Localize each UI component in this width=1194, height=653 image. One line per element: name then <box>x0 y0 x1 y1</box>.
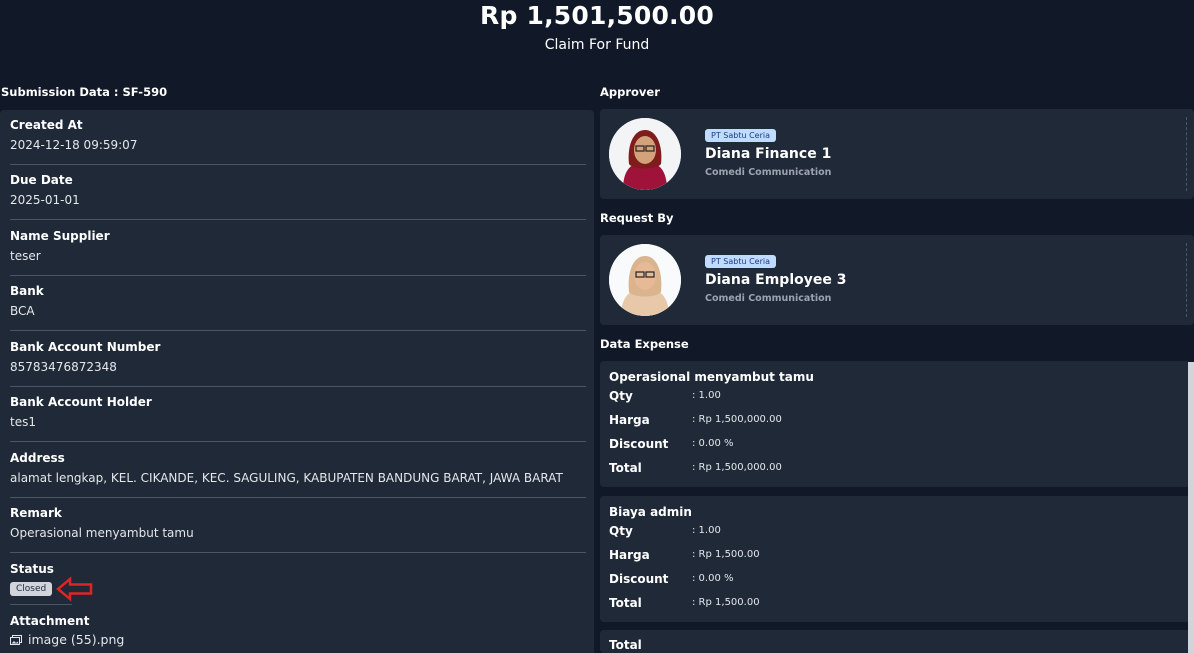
requester-org: Comedi Communication <box>705 293 832 304</box>
requester-name: Diana Employee 3 <box>705 272 847 288</box>
expense-summary: Total <box>600 630 1190 653</box>
divider <box>1186 117 1187 191</box>
expense-name: Operasional menyambut tamu <box>609 370 814 384</box>
field-value: 85783476872348 <box>10 360 117 374</box>
qty-value: : 1.00 <box>692 390 721 401</box>
field-label: Remark <box>10 506 62 520</box>
attachment-filename: image (55).png <box>28 632 125 647</box>
field-attachment: Attachment image (55).png <box>10 614 586 647</box>
field-label: Bank <box>10 284 44 298</box>
attachment-link[interactable]: image (55).png <box>10 632 586 647</box>
field-label: Address <box>10 451 65 465</box>
harga-value: : Rp 1,500,000.00 <box>692 414 782 425</box>
total-value: : Rp 1,500,000.00 <box>692 462 782 473</box>
field-value: alamat lengkap, KEL. CIKANDE, KEC. SAGUL… <box>10 471 563 485</box>
avatar <box>609 244 681 316</box>
claim-amount: Rp 1,501,500.00 <box>480 1 714 30</box>
annotation-arrow-icon <box>56 576 93 602</box>
approver-name: Diana Finance 1 <box>705 146 832 162</box>
submission-card: Created At 2024-12-18 09:59:07 Due Date … <box>0 110 594 653</box>
field-bank: Bank BCA <box>10 284 586 331</box>
field-label: Name Supplier <box>10 229 110 243</box>
field-label: Due Date <box>10 173 73 187</box>
field-value: tes1 <box>10 415 36 429</box>
avatar <box>609 118 681 190</box>
divider <box>1186 243 1187 317</box>
approver-card: PT Sabtu Ceria Diana Finance 1 Comedi Co… <box>600 109 1194 199</box>
field-value: 2025-01-01 <box>10 193 80 207</box>
company-badge: PT Sabtu Ceria <box>705 129 776 142</box>
field-remark: Remark Operasional menyambut tamu <box>10 506 586 553</box>
field-label: Created At <box>10 118 83 132</box>
expense-name: Biaya admin <box>609 505 692 519</box>
field-bank-account-number: Bank Account Number 85783476872348 <box>10 340 586 387</box>
field-created-at: Created At 2024-12-18 09:59:07 <box>10 118 586 165</box>
expense-item: Operasional menyambut tamu Qty : 1.00 Ha… <box>600 361 1190 487</box>
field-value: BCA <box>10 304 35 318</box>
discount-value: : 0.00 % <box>692 573 734 584</box>
field-label: Bank Account Holder <box>10 395 152 409</box>
qty-label: Qty <box>609 524 633 538</box>
image-icon <box>10 634 22 645</box>
field-name-supplier: Name Supplier teser <box>10 229 586 276</box>
field-label: Status <box>10 562 54 576</box>
total-label: Total <box>609 596 642 610</box>
status-badge: Closed <box>10 582 53 596</box>
approver-org: Comedi Communication <box>705 167 832 178</box>
field-due-date: Due Date 2025-01-01 <box>10 173 586 220</box>
field-label: Bank Account Number <box>10 340 161 354</box>
field-value: Operasional menyambut tamu <box>10 526 194 540</box>
discount-label: Discount <box>609 572 669 586</box>
qty-value: : 1.00 <box>692 525 721 536</box>
field-label: Attachment <box>10 614 90 628</box>
discount-label: Discount <box>609 437 669 451</box>
approver-title: Approver <box>600 85 660 99</box>
field-address: Address alamat lengkap, KEL. CIKANDE, KE… <box>10 451 586 498</box>
claim-type: Claim For Fund <box>544 37 650 53</box>
total-label: Total <box>609 461 642 475</box>
scrollbar[interactable] <box>1188 362 1194 653</box>
submission-title: Submission Data : SF-590 <box>1 85 168 99</box>
field-value: 2024-12-18 09:59:07 <box>10 138 138 152</box>
field-bank-account-holder: Bank Account Holder tes1 <box>10 395 586 442</box>
requester-card: PT Sabtu Ceria Diana Employee 3 Comedi C… <box>600 235 1194 325</box>
summary-total-label: Total <box>609 638 642 652</box>
harga-label: Harga <box>609 413 650 427</box>
discount-value: : 0.00 % <box>692 438 734 449</box>
field-value: teser <box>10 249 41 263</box>
qty-label: Qty <box>609 389 633 403</box>
data-expense-title: Data Expense <box>600 337 689 351</box>
company-badge: PT Sabtu Ceria <box>705 255 776 268</box>
expense-item: Biaya admin Qty : 1.00 Harga : Rp 1,500.… <box>600 496 1190 622</box>
harga-label: Harga <box>609 548 650 562</box>
total-value: : Rp 1,500.00 <box>692 597 760 608</box>
request-by-title: Request By <box>600 211 674 225</box>
harga-value: : Rp 1,500.00 <box>692 549 760 560</box>
